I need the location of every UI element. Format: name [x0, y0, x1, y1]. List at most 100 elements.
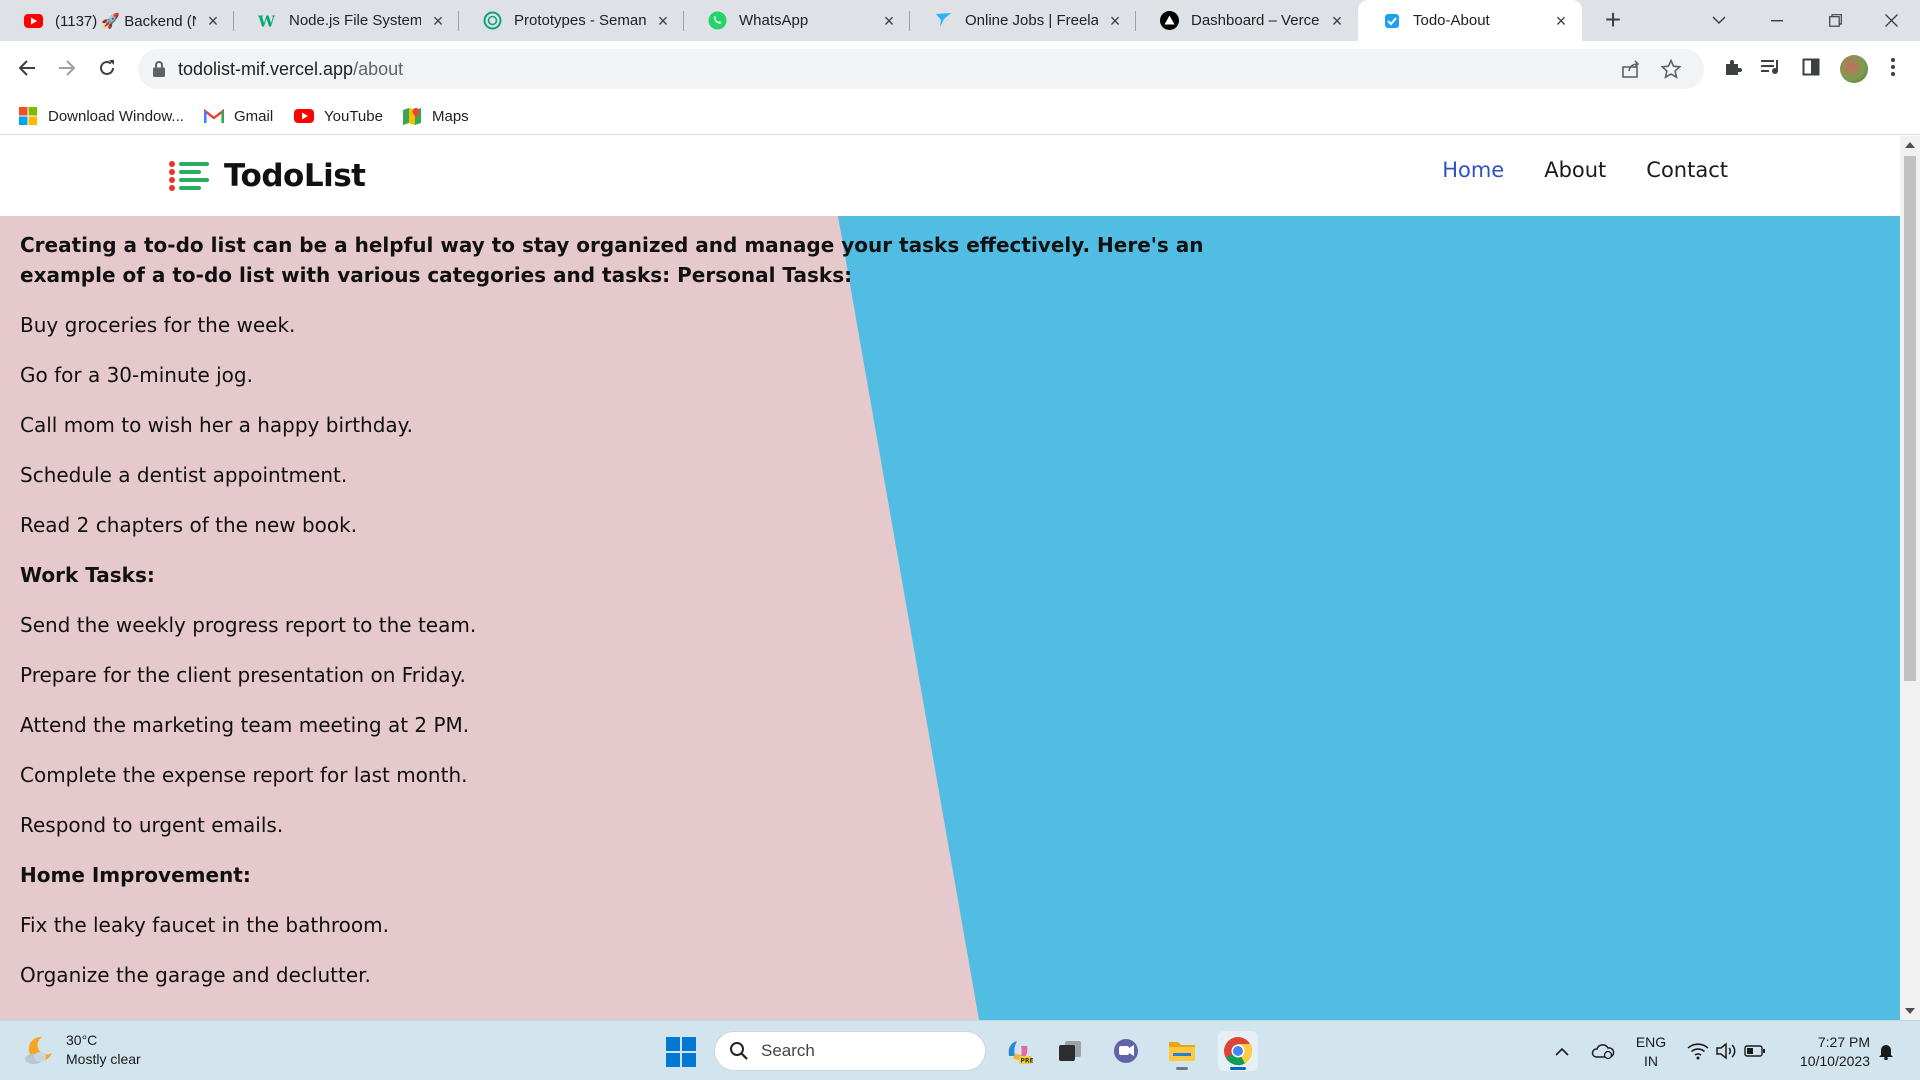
weather-widget[interactable]: 30°C Mostly clear [22, 1031, 141, 1069]
work-task: Prepare for the client presentation on F… [20, 663, 466, 687]
about-content: Creating a to-do list can be a helpful w… [20, 230, 1230, 1010]
file-explorer-icon[interactable] [1162, 1031, 1202, 1071]
taskbar-search[interactable]: Search [714, 1031, 986, 1071]
tab-label: Dashboard – Vercel [1191, 12, 1320, 29]
scroll-up-arrow-icon[interactable] [1905, 142, 1915, 148]
tab-search-chevron-icon[interactable] [1690, 0, 1748, 41]
whatsapp-icon [708, 11, 727, 30]
scroll-down-arrow-icon[interactable] [1905, 1008, 1915, 1014]
restore-button[interactable] [1806, 0, 1864, 41]
svg-text:PRE: PRE [1021, 1058, 1034, 1065]
language-region: IN [1644, 1053, 1658, 1069]
home-task: Fix the leaky faucet in the bathroom. [20, 913, 389, 937]
forward-arrow-icon[interactable] [52, 53, 82, 83]
bookmark-download-windows[interactable]: Download Window... [18, 98, 184, 134]
tab-nodejs-fs[interactable]: W Node.js File System M × [234, 0, 459, 41]
close-icon[interactable]: × [1552, 12, 1570, 30]
youtube-icon [24, 11, 43, 30]
nav-link-contact[interactable]: Contact [1646, 158, 1728, 182]
bookmark-gmail[interactable]: Gmail [204, 98, 273, 134]
bookmark-label: Maps [432, 107, 469, 125]
work-tasks-heading: Work Tasks: [20, 563, 155, 587]
browser-tab-strip: (1137) 🚀 Backend (N × W Node.js File Sys… [0, 0, 1920, 41]
bookmark-youtube[interactable]: YouTube [294, 98, 383, 134]
tab-youtube-backend[interactable]: (1137) 🚀 Backend (N × [0, 0, 234, 41]
lock-icon[interactable] [152, 60, 168, 78]
page-scrollbar[interactable] [1900, 136, 1920, 1020]
extensions-puzzle-icon[interactable] [1720, 54, 1746, 80]
address-bar[interactable]: todolist-mif.vercel.app/about [138, 49, 1704, 89]
minimize-button[interactable] [1748, 0, 1806, 41]
volume-icon[interactable] [1712, 1021, 1740, 1080]
tab-prototypes[interactable]: Prototypes - Semanti × [459, 0, 684, 41]
youtube-icon [294, 106, 314, 126]
share-icon[interactable] [1620, 58, 1642, 80]
personal-task: Call mom to wish her a happy birthday. [20, 413, 414, 437]
new-tab-button[interactable]: + [1598, 6, 1628, 36]
active-indicator [1230, 1067, 1246, 1070]
moon-cloud-icon [25, 1036, 52, 1064]
bookmark-label: YouTube [324, 107, 383, 125]
windows-start-icon[interactable] [665, 1036, 697, 1068]
work-task: Send the weekly progress report to the t… [20, 613, 477, 637]
browser-toolbar: todolist-mif.vercel.app/about [0, 41, 1920, 98]
todo-check-icon [1382, 11, 1401, 30]
w3schools-icon: W [258, 11, 277, 30]
more-menu-icon[interactable] [1880, 54, 1906, 80]
bookmark-label: Gmail [234, 107, 274, 125]
windows-icon [18, 106, 38, 126]
maps-icon [402, 106, 422, 126]
system-clock[interactable]: 7:27 PM 10/10/2023 [1784, 1033, 1870, 1071]
close-icon[interactable]: × [1328, 12, 1346, 30]
about-section: Creating a to-do list can be a helpful w… [0, 216, 1900, 1020]
tab-label: Todo-About [1413, 12, 1490, 29]
wifi-icon[interactable] [1684, 1021, 1712, 1080]
tab-label: WhatsApp [739, 12, 809, 29]
bookmark-star-icon[interactable] [1660, 58, 1682, 80]
work-task: Attend the marketing team meeting at 2 P… [20, 713, 470, 737]
reload-icon[interactable] [92, 53, 122, 83]
media-queue-icon[interactable] [1758, 54, 1784, 80]
site-navbar: TodoList Home About Contact [0, 136, 1900, 216]
url-text[interactable]: todolist-mif.vercel.app/about [178, 49, 403, 89]
brand-name: TodoList [224, 158, 366, 194]
onedrive-cloud-icon[interactable] [1588, 1021, 1618, 1080]
tab-freelancer[interactable]: Online Jobs | Freelan × [910, 0, 1136, 41]
chrome-icon[interactable] [1218, 1031, 1258, 1071]
task-view-icon[interactable] [1050, 1031, 1090, 1071]
freelancer-icon [934, 11, 953, 30]
close-icon[interactable]: × [1106, 12, 1124, 30]
openai-icon [483, 11, 502, 30]
tab-whatsapp[interactable]: WhatsApp × [684, 0, 910, 41]
profile-avatar[interactable] [1840, 55, 1868, 83]
brand[interactable]: TodoList [168, 156, 366, 196]
chevron-up-icon[interactable] [1550, 1021, 1574, 1080]
scrollbar-thumb[interactable] [1904, 156, 1916, 681]
clock-time: 7:27 PM [1817, 1034, 1870, 1050]
tab-label: Node.js File System M [289, 12, 421, 29]
teams-chat-icon[interactable] [1106, 1031, 1146, 1071]
running-indicator [1176, 1067, 1188, 1070]
notification-bell-icon[interactable] [1874, 1021, 1898, 1080]
language-indicator[interactable]: ENG IN [1634, 1033, 1668, 1071]
weather-description: Mostly clear [66, 1051, 141, 1067]
nav-link-home[interactable]: Home [1442, 158, 1504, 182]
list-logo-icon [169, 161, 209, 191]
copilot-icon[interactable]: PRE [998, 1031, 1038, 1071]
search-label: Search [761, 1041, 815, 1060]
close-icon[interactable]: × [880, 12, 898, 30]
close-icon[interactable]: × [429, 12, 447, 30]
side-panel-icon[interactable] [1798, 54, 1824, 80]
url-host: todolist-mif.vercel.app [178, 59, 354, 79]
bookmark-maps[interactable]: Maps [402, 98, 469, 134]
url-path: /about [353, 59, 404, 79]
back-arrow-icon[interactable] [12, 53, 42, 83]
nav-link-about[interactable]: About [1544, 158, 1606, 182]
tab-todo-about[interactable]: Todo-About × [1358, 0, 1582, 41]
close-window-button[interactable] [1862, 0, 1920, 41]
close-icon[interactable]: × [204, 12, 222, 30]
tab-vercel-dashboard[interactable]: Dashboard – Vercel × [1136, 0, 1358, 41]
battery-icon[interactable] [1740, 1021, 1770, 1080]
work-task: Complete the expense report for last mon… [20, 763, 468, 787]
close-icon[interactable]: × [654, 12, 672, 30]
